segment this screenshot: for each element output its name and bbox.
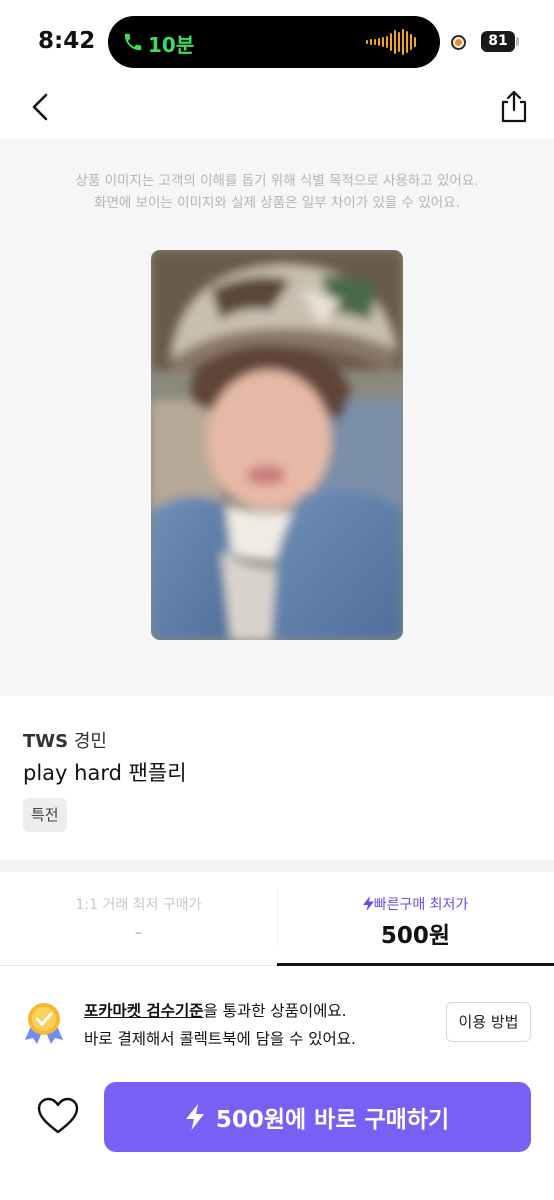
inspection-criteria-link[interactable]: 포카마켓 검수기준	[84, 1002, 203, 1020]
section-divider	[0, 860, 554, 872]
share-icon[interactable]	[498, 88, 530, 124]
battery-indicator: 81	[481, 31, 515, 52]
recording-indicator	[451, 35, 466, 50]
image-notice-line2: 화면에 보이는 이미지와 실제 상품은 일부 차이가 있을 수 있어요.	[94, 195, 460, 211]
tab-active-underline	[277, 963, 554, 966]
quick-buy-button[interactable]: 500원에 바로 구매하기	[104, 1082, 531, 1152]
lightning-icon	[185, 1104, 204, 1130]
tab-quick-buy-price[interactable]: 빠른구매 최저가 500원	[277, 872, 554, 966]
phone-icon	[124, 33, 142, 51]
artist-line: TWS 경민	[23, 727, 107, 753]
battery-tip	[516, 37, 519, 46]
status-bar: 8:42 10분 81	[0, 0, 554, 80]
image-notice-line1: 상품 이미지는 고객의 이해를 돕기 위해 식별 목적으로 사용하고 있어요.	[75, 173, 479, 189]
tab-quick-buy-value: 500원	[380, 923, 451, 949]
audio-wave-icon	[366, 29, 416, 55]
tab-quick-buy-label: 빠른구매 최저가	[373, 897, 469, 913]
image-notice: 상품 이미지는 고객의 이해를 돕기 위해 식별 목적으로 사용하고 있어요. …	[0, 170, 554, 214]
inspection-line1: 포카마켓 검수기준을 통과한 상품이에요.	[84, 999, 347, 1021]
tab-direct-trade-label: 1:1 거래 최저 구매가	[75, 897, 202, 913]
verified-badge-icon	[25, 1003, 63, 1044]
how-to-use-button[interactable]: 이용 방법	[446, 1002, 531, 1042]
tab-direct-trade-value: -	[134, 920, 143, 945]
back-chevron-icon[interactable]	[26, 90, 56, 124]
call-duration: 10분	[148, 33, 195, 57]
member-name: 경민	[73, 731, 107, 752]
inspection-line1-suffix: 을 통과한 상품이에요.	[203, 1002, 347, 1020]
lightning-icon	[362, 896, 374, 911]
photocard-image[interactable]	[151, 250, 403, 640]
artist-name: TWS	[23, 731, 69, 752]
tab-quick-buy-label-row: 빠른구매 최저가	[277, 894, 554, 914]
product-title: play hard 팬플리	[23, 761, 187, 785]
inspection-line2: 바로 결제해서 콜렉트북에 담을 수 있어요.	[84, 1030, 356, 1048]
dynamic-island[interactable]: 10분	[108, 16, 440, 68]
product-tag: 특전	[23, 798, 67, 832]
status-time: 8:42	[38, 28, 96, 54]
product-image-area: 상품 이미지는 고객의 이해를 돕기 위해 식별 목적으로 사용하고 있어요. …	[0, 138, 554, 696]
heart-icon[interactable]	[36, 1096, 80, 1136]
quick-buy-label: 500원에 바로 구매하기	[215, 1107, 450, 1133]
tab-direct-trade-price[interactable]: 1:1 거래 최저 구매가 -	[0, 872, 277, 966]
